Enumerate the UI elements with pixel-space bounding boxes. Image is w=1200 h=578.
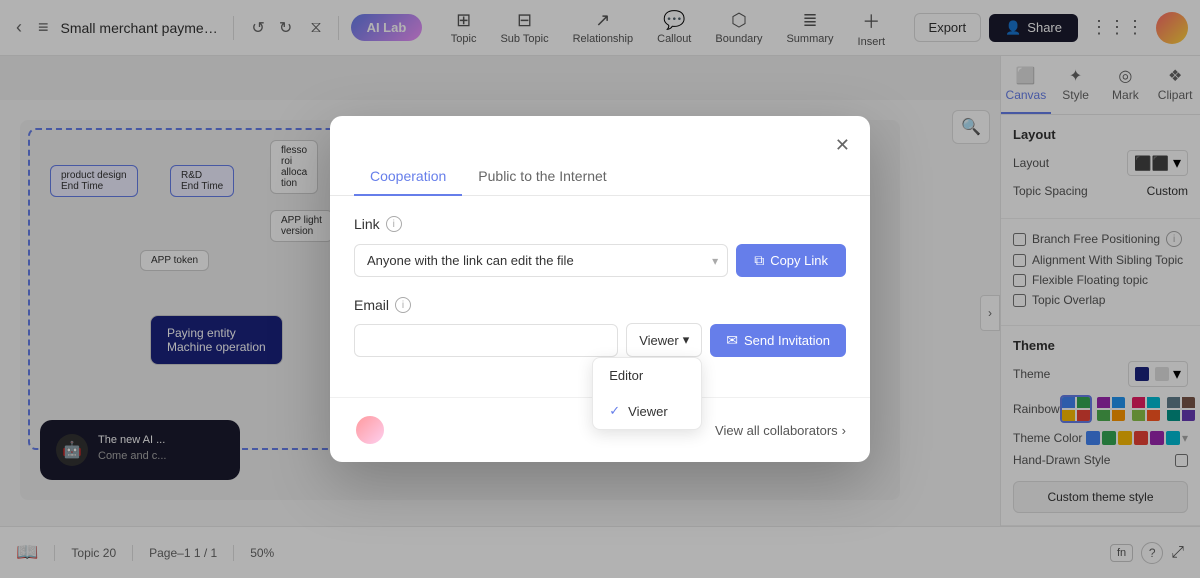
email-info-icon[interactable]: i <box>395 297 411 313</box>
copy-icon: ⧉ <box>754 252 764 269</box>
modal-header: ✕ <box>330 116 870 158</box>
copy-link-button[interactable]: ⧉ Copy Link <box>736 244 846 277</box>
collaborator-avatars <box>354 414 378 446</box>
email-input[interactable] <box>354 324 618 357</box>
dropdown-editor[interactable]: Editor <box>593 358 701 393</box>
viewer-dropdown-button[interactable]: Viewer ▾ <box>626 323 702 357</box>
send-icon: ✉ <box>726 332 738 349</box>
modal-body: Link i Anyone with the link can edit the… <box>330 196 870 397</box>
link-permission-select[interactable]: Anyone with the link can edit the file A… <box>354 244 728 277</box>
email-section-label: Email i <box>354 297 846 313</box>
send-invitation-button[interactable]: ✉ Send Invitation <box>710 324 846 357</box>
modal-tabs: Cooperation Public to the Internet <box>330 158 870 196</box>
modal-close-button[interactable]: ✕ <box>831 132 854 158</box>
viewer-dropdown-wrapper: Viewer ▾ Editor ✓ Viewer <box>626 323 702 357</box>
dropdown-viewer[interactable]: ✓ Viewer <box>593 393 701 429</box>
modal-overlay[interactable]: ✕ Cooperation Public to the Internet Lin… <box>0 0 1200 578</box>
share-modal: ✕ Cooperation Public to the Internet Lin… <box>330 116 870 462</box>
viewer-dropdown-menu: Editor ✓ Viewer <box>592 357 702 430</box>
check-icon: ✓ <box>609 403 620 419</box>
link-row: Anyone with the link can edit the file A… <box>354 244 846 277</box>
link-section-label: Link i <box>354 216 846 232</box>
view-all-collaborators-button[interactable]: View all collaborators › <box>715 423 846 438</box>
viewer-chevron-icon: ▾ <box>683 332 690 348</box>
tab-cooperation[interactable]: Cooperation <box>354 158 462 196</box>
link-select-wrapper: Anyone with the link can edit the file A… <box>354 244 728 277</box>
tab-public[interactable]: Public to the Internet <box>462 158 622 196</box>
email-row: Viewer ▾ Editor ✓ Viewer <box>354 323 846 357</box>
footer-chevron-icon: › <box>842 423 846 438</box>
link-info-icon[interactable]: i <box>386 216 402 232</box>
collaborator-avatar-1 <box>354 414 386 446</box>
